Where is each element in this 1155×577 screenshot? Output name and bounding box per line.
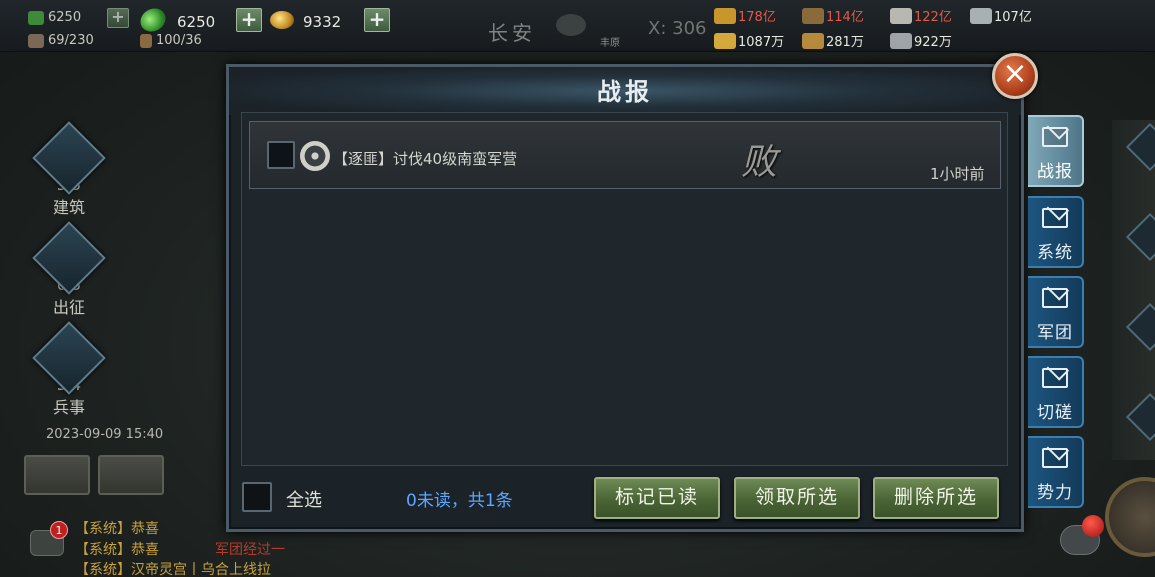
mark-read-button[interactable]: 标记已读 — [594, 477, 720, 519]
gem-count: 6250 — [177, 13, 216, 31]
ore-resource: 922万 — [890, 31, 952, 50]
mail-gear-icon — [1042, 208, 1068, 228]
defeat-stamp: 败 — [741, 142, 778, 183]
select-all-label[interactable]: 全选 — [286, 486, 322, 512]
coordinate-readout[interactable]: X: 306 — [648, 18, 706, 39]
report-time: 1小时前 — [930, 165, 985, 183]
food-icon — [28, 33, 44, 48]
food-resource: 69/230 — [28, 33, 94, 48]
wood-icon — [802, 7, 824, 24]
add-jade-small-button[interactable]: + — [107, 8, 129, 28]
game-screen: 6250 69/230 100/36 + 6250 + 9332 + 长安 丰原… — [0, 0, 1155, 577]
grain-resource: 178亿 — [714, 6, 776, 25]
report-title: 【逐匪】讨伐40级南蛮军营 — [333, 150, 518, 168]
unread-count: 0未读，共1条 — [406, 491, 513, 511]
city-name[interactable]: 长安 — [488, 17, 536, 46]
mail-shortcut-button[interactable] — [24, 455, 90, 495]
server-time: 2023-09-09 15:40 — [46, 427, 164, 442]
iron-resource: 107亿 — [970, 6, 1032, 25]
troops-icon — [140, 33, 152, 48]
copper-resource: 1087万 — [714, 31, 784, 50]
tab-faction[interactable]: 势力 — [1028, 436, 1084, 508]
chat-line[interactable]: 【系统】恭喜 军团经过一 — [75, 539, 285, 559]
weather-label: 丰原 — [600, 38, 620, 49]
mail-swords-icon — [1042, 368, 1068, 388]
gold-count: 9332 — [303, 13, 342, 31]
sidebar-item-buildings[interactable]: 5/5 建筑 — [32, 121, 106, 218]
claim-selected-button[interactable]: 领取所选 — [734, 477, 860, 519]
chat-line[interactable]: 【系统】恭喜 — [75, 518, 159, 538]
timber-resource: 281万 — [802, 31, 864, 50]
tab-duel[interactable]: 切磋 — [1028, 356, 1084, 428]
close-button[interactable]: × — [992, 53, 1038, 99]
tab-system[interactable]: 系统 — [1028, 196, 1084, 268]
add-gems-button[interactable]: + — [236, 8, 262, 32]
tab-battle-report[interactable]: 战报 — [1028, 115, 1084, 187]
chat-unread-badge: 1 — [50, 521, 68, 539]
chat-line[interactable]: 【系统】汉帝灵宫丨乌合上线拉 — [75, 559, 271, 577]
jade-icon — [28, 10, 44, 25]
stone-icon — [890, 7, 912, 24]
troops-resource: 100/36 — [140, 33, 202, 48]
mail-banner-icon — [1042, 448, 1068, 468]
wheel-icon — [300, 141, 330, 171]
sidebar-item-march[interactable]: 0/5 出征 — [32, 221, 106, 318]
copper-icon — [714, 32, 736, 49]
iron-icon — [970, 7, 992, 24]
wood-resource: 114亿 — [802, 6, 864, 25]
tab-legion[interactable]: 军团 — [1028, 276, 1084, 348]
gold-icon — [270, 11, 294, 29]
timber-icon — [802, 32, 824, 49]
friends-shortcut-button[interactable] — [98, 455, 164, 495]
minimap-icon[interactable] — [1105, 477, 1155, 557]
report-checkbox[interactable] — [267, 141, 295, 169]
jade-resource: 6250 — [28, 10, 81, 25]
weather-icon — [556, 14, 586, 36]
mail-flag-icon — [1042, 288, 1068, 308]
select-all-checkbox[interactable] — [242, 482, 272, 512]
notification-dot — [1082, 515, 1104, 537]
grain-icon — [714, 7, 736, 24]
stone-resource: 122亿 — [890, 6, 952, 25]
mail-icon — [1042, 127, 1068, 147]
dialog-title: 战报 — [229, 67, 1021, 115]
delete-selected-button[interactable]: 删除所选 — [873, 477, 999, 519]
sidebar-item-military[interactable]: 3/4 兵事 — [32, 321, 106, 418]
add-gold-button[interactable]: + — [364, 8, 390, 32]
ore-icon — [890, 32, 912, 49]
